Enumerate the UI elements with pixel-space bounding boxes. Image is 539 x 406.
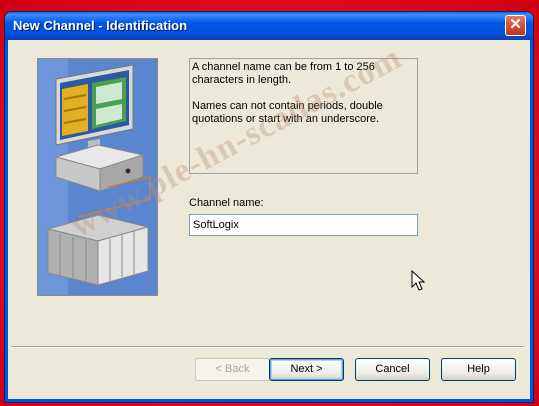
close-button[interactable]: ✕ (505, 15, 526, 36)
info-length-text: A channel name can be from 1 to 256 char… (192, 61, 375, 86)
channel-name-input[interactable] (189, 214, 418, 236)
computer-and-plc-illustration (38, 59, 157, 295)
button-separator (11, 346, 524, 348)
info-text-box: A channel name can be from 1 to 256 char… (189, 58, 418, 174)
mouse-pointer-icon (411, 270, 425, 291)
title-bar[interactable]: New Channel - Identification ✕ (5, 12, 533, 40)
help-button[interactable]: Help (441, 358, 516, 381)
cancel-button[interactable]: Cancel (355, 358, 430, 381)
window-frame-right (530, 40, 533, 402)
dialog-window: New Channel - Identification ✕ A channel… (5, 12, 533, 402)
close-icon: ✕ (509, 16, 522, 33)
window-frame-bottom (5, 399, 533, 402)
info-restrictions-text: Names can not contain periods, double qu… (192, 100, 383, 125)
back-button[interactable]: < Back (195, 358, 270, 381)
wizard-illustration (37, 58, 158, 296)
next-button[interactable]: Next > (269, 358, 344, 381)
window-frame-left (5, 40, 8, 402)
channel-name-label: Channel name: (189, 197, 264, 209)
window-title: New Channel - Identification (13, 18, 188, 33)
